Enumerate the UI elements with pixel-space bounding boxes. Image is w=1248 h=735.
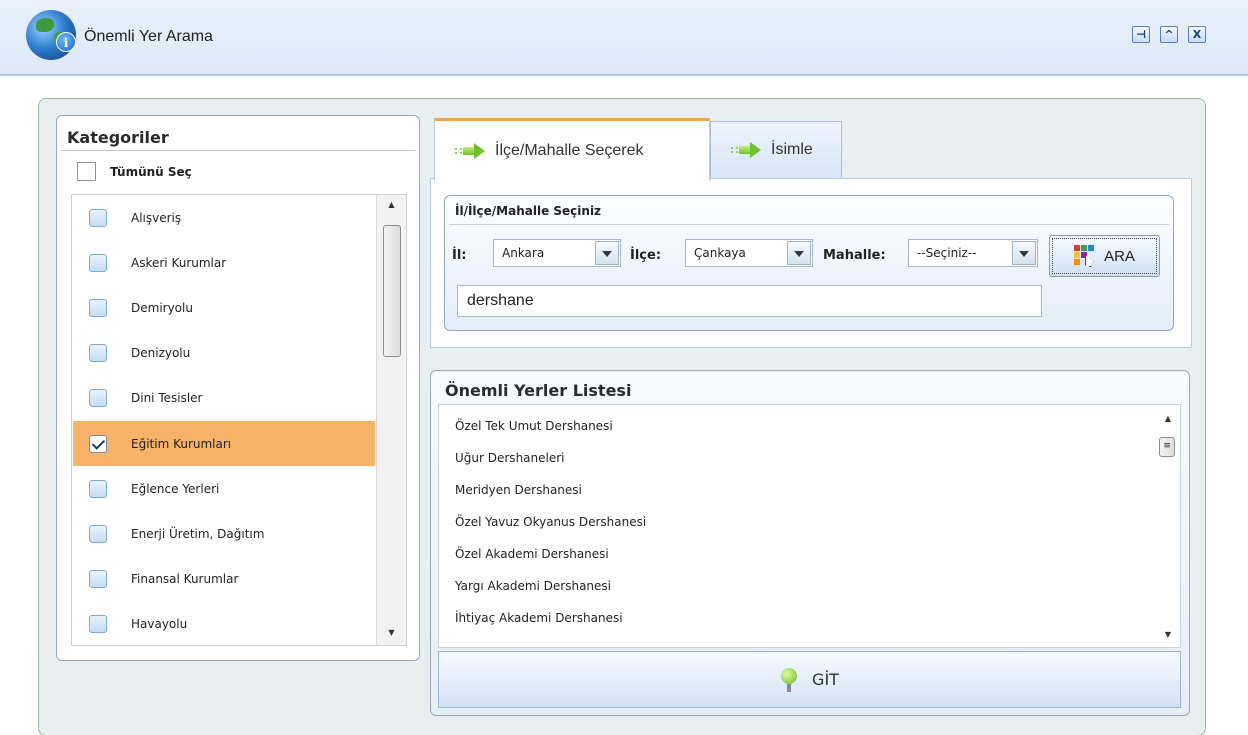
category-label: Dini Tesisler — [131, 390, 203, 405]
search-cursor-icon — [1074, 245, 1096, 267]
tab-district-neighborhood[interactable]: İlçe/Mahalle Seçerek — [434, 118, 710, 181]
search-text-input[interactable]: dershane — [457, 285, 1042, 317]
categories-panel: Kategoriler Tümünü Seç Alışveriş Askeri … — [56, 115, 420, 661]
category-item[interactable]: Denizyolu — [73, 330, 375, 375]
category-item[interactable]: Havayolu — [73, 601, 375, 645]
ilce-label: İlçe: — [630, 248, 662, 263]
search-button-label: ARA — [1104, 247, 1135, 265]
category-label: Askeri Kurumlar — [131, 255, 227, 270]
mahalle-select-value: --Seçiniz-- — [917, 246, 977, 260]
pin-button[interactable]: ⊣ — [1132, 26, 1150, 43]
mahalle-label: Mahalle: — [823, 248, 886, 263]
scroll-down-icon[interactable]: ▼ — [377, 625, 406, 641]
scroll-thumb[interactable]: ≡ — [1159, 437, 1175, 457]
place-item[interactable]: İhtiyaç Akademi Dershanesi — [455, 611, 623, 625]
ilce-select-value: Çankaya — [694, 246, 746, 260]
places-list: Özel Tek Umut Dershanesi Uğur Dershanele… — [438, 404, 1181, 648]
category-checkbox[interactable] — [89, 298, 107, 317]
info-icon: i — [56, 32, 76, 52]
category-checkbox[interactable] — [89, 524, 107, 543]
category-scrollbar[interactable]: ▲ ▼ — [376, 195, 406, 645]
checkbox-box[interactable] — [77, 162, 96, 181]
category-checkbox[interactable] — [89, 208, 107, 227]
places-title: Önemli Yerler Listesi — [445, 381, 632, 400]
scroll-up-icon[interactable]: ▲ — [1155, 411, 1180, 427]
dropdown-arrow-icon[interactable] — [787, 241, 811, 265]
place-item[interactable]: Özel Akademi Dershanesi — [455, 547, 609, 561]
category-item[interactable]: Demiryolu — [73, 285, 375, 330]
place-item[interactable]: Uğur Dershaneleri — [455, 451, 565, 465]
select-all-label: Tümünü Seç — [110, 164, 192, 179]
divider — [449, 224, 1169, 225]
category-item[interactable]: Eğlence Yerleri — [73, 466, 375, 511]
il-select[interactable]: Ankara — [493, 239, 621, 267]
select-all-checkbox[interactable]: Tümünü Seç — [77, 162, 192, 181]
category-label: Eğitim Kurumları — [131, 436, 232, 451]
category-item[interactable]: Alışveriş — [73, 195, 375, 240]
mahalle-select[interactable]: --Seçiniz-- — [908, 239, 1038, 267]
category-item-selected[interactable]: Eğitim Kurumları — [73, 421, 375, 466]
category-label: Denizyolu — [131, 345, 191, 360]
collapse-button[interactable]: ^ — [1160, 26, 1178, 43]
category-checkbox[interactable] — [89, 479, 107, 498]
category-item[interactable]: Enerji Üretim, Dağıtım — [73, 511, 375, 556]
category-label: Havayolu — [131, 616, 188, 631]
go-button-label: GİT — [812, 670, 839, 689]
category-checkbox[interactable] — [89, 253, 107, 272]
il-label: İl: — [452, 248, 467, 263]
close-button[interactable]: X — [1188, 26, 1206, 43]
ilce-select[interactable]: Çankaya — [685, 239, 813, 267]
category-item[interactable]: Dini Tesisler — [73, 375, 375, 420]
title-bar: i Önemli Yer Arama ⊣ ^ X — [0, 0, 1248, 76]
tab-by-name[interactable]: İsimle — [710, 121, 842, 178]
category-item[interactable]: Finansal Kurumlar — [73, 556, 375, 601]
scroll-up-icon[interactable]: ▲ — [377, 197, 406, 213]
categories-title: Kategoriler — [67, 128, 169, 147]
scroll-thumb[interactable] — [383, 225, 401, 357]
place-item[interactable]: Özel Yavuz Okyanus Dershanesi — [455, 515, 646, 529]
dropdown-arrow-icon[interactable] — [595, 241, 619, 265]
category-checkbox[interactable] — [89, 388, 107, 407]
category-item[interactable]: Askeri Kurumlar — [73, 240, 375, 285]
category-checkbox[interactable] — [89, 614, 107, 633]
category-label: Demiryolu — [131, 300, 193, 315]
place-item[interactable]: Yargı Akademi Dershanesi — [455, 579, 611, 593]
category-checkbox[interactable] — [89, 343, 107, 362]
search-button[interactable]: ARA — [1049, 235, 1160, 277]
divider — [61, 150, 415, 151]
map-pin-icon — [780, 667, 798, 692]
category-label: Finansal Kurumlar — [131, 571, 239, 586]
category-checkbox[interactable] — [89, 569, 107, 588]
arrow-icon — [731, 142, 761, 158]
places-scrollbar[interactable]: ▲ ≡ ▼ — [1155, 405, 1180, 647]
category-label: Alışveriş — [131, 210, 182, 225]
category-list: Alışveriş Askeri Kurumlar Demiryolu Deni… — [71, 194, 407, 646]
tab-label: İsimle — [771, 141, 813, 158]
scroll-down-icon[interactable]: ▼ — [1155, 627, 1180, 643]
window-title: Önemli Yer Arama — [84, 28, 213, 45]
arrow-icon — [455, 143, 485, 159]
place-item[interactable]: Özel Tek Umut Dershanesi — [455, 419, 613, 433]
location-group-title: İl/İlçe/Mahalle Seçiniz — [455, 204, 602, 218]
category-label: Enerji Üretim, Dağıtım — [131, 526, 265, 541]
il-select-value: Ankara — [502, 246, 545, 260]
tab-label: İlçe/Mahalle Seçerek — [495, 142, 644, 159]
category-checkbox-checked[interactable] — [89, 434, 107, 453]
go-button[interactable]: GİT — [438, 651, 1181, 708]
dropdown-arrow-icon[interactable] — [1012, 241, 1036, 265]
category-label: Eğlence Yerleri — [131, 481, 220, 496]
place-item[interactable]: Meridyen Dershanesi — [455, 483, 582, 497]
